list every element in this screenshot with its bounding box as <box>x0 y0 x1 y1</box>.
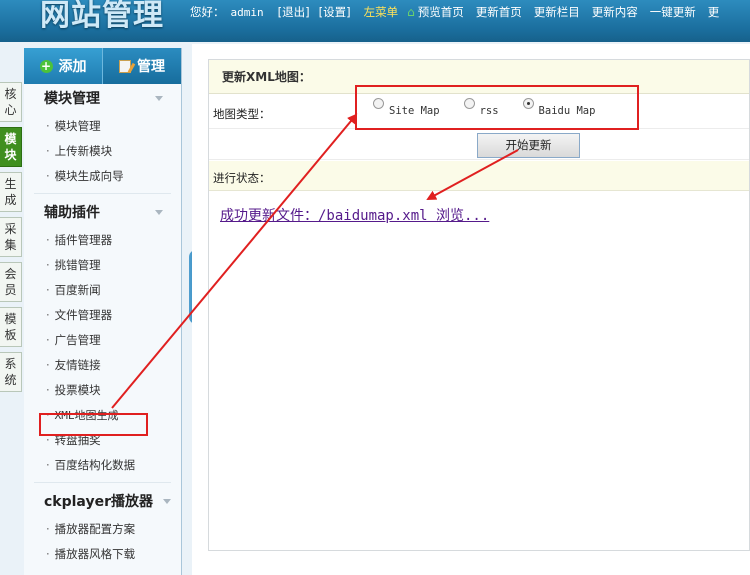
sidebar-header: + 添加 管理 <box>24 48 181 84</box>
vtab-collect[interactable]: 采集 <box>0 217 22 257</box>
home-icon: ⌂ <box>407 5 415 19</box>
vtab-template[interactable]: 模板 <box>0 307 22 347</box>
start-update-button[interactable]: 开始更新 <box>477 133 580 158</box>
group-title-ckplayer[interactable]: ckplayer播放器 <box>24 487 181 517</box>
nav-update-home[interactable]: 更新首页 <box>476 4 522 20</box>
add-button[interactable]: + 添加 <box>24 48 103 84</box>
divider <box>34 193 171 194</box>
sidebar-item-player-skins[interactable]: 播放器风格下载 <box>24 542 181 567</box>
sidebar-item-error-report[interactable]: 挑错管理 <box>24 253 181 278</box>
sitemap-panel: 更新XML地图： 地图类型： Site Map rss Baidu Map 开始 <box>208 59 750 551</box>
sidebar-item-baidu-news[interactable]: 百度新闻 <box>24 278 181 303</box>
sidebar-item-label: 插件管理器 <box>54 233 113 247</box>
vtab-member[interactable]: 会员 <box>0 262 22 302</box>
button-row: 开始更新 <box>209 130 749 160</box>
settings-link[interactable]: [设置] <box>319 4 351 20</box>
result-link[interactable]: 成功更新文件：/baidumap.xml 浏览... <box>220 205 489 225</box>
chevron-down-icon <box>155 210 163 215</box>
divider <box>34 482 171 483</box>
nav-one-click-update[interactable]: 一键更新 <box>650 4 696 20</box>
group-title-plugins[interactable]: 辅助插件 <box>24 198 181 228</box>
vtab-system[interactable]: 系统 <box>0 352 22 392</box>
sidebar-item-label: 挑错管理 <box>54 258 101 272</box>
sidebar-item-label: 百度新闻 <box>54 283 101 297</box>
sidebar-item-label: 上传新模块 <box>54 144 113 158</box>
status-label: 进行状态： <box>213 171 271 185</box>
sidebar-item-module-manage[interactable]: 模块管理 <box>24 114 181 139</box>
sidebar-item-module-wizard[interactable]: 模块生成向导 <box>24 164 181 189</box>
nav-preview-home[interactable]: 预览首页 <box>418 4 464 20</box>
annotation-box-xml-item <box>39 413 148 436</box>
nav-more[interactable]: 更 <box>708 4 720 20</box>
group-title-label: 辅助插件 <box>44 205 100 221</box>
vertical-tabs: 核心 模块 生成 采集 会员 模板 系统 <box>0 82 22 397</box>
sidebar-item-label: 百度结构化数据 <box>54 458 136 472</box>
manage-button[interactable]: 管理 <box>103 48 181 84</box>
group-title-label: ckplayer播放器 <box>44 494 153 510</box>
sidebar-item-label: 模块生成向导 <box>54 169 124 183</box>
sidebar-item-vote-module[interactable]: 投票模块 <box>24 378 181 403</box>
sidebar-item-label: 友情链接 <box>54 358 101 372</box>
sidebar-item-ad-manage[interactable]: 广告管理 <box>24 328 181 353</box>
vtab-core[interactable]: 核心 <box>0 82 22 122</box>
top-nav: 您好： admin [退出] [设置] 左菜单 ⌂ 预览首页 更新首页 更新栏目… <box>190 4 750 20</box>
username: admin <box>230 5 264 19</box>
sidebar-item-player-config[interactable]: 播放器配置方案 <box>24 517 181 542</box>
group-title-label: 模块管理 <box>44 91 100 107</box>
manage-button-label: 管理 <box>137 59 165 75</box>
greeting: 您好： <box>190 5 225 19</box>
map-type-label: 地图类型： <box>213 107 271 121</box>
edit-icon <box>119 59 131 73</box>
sidebar-item-baidu-structured[interactable]: 百度结构化数据 <box>24 453 181 478</box>
sidebar-item-label: 模块管理 <box>54 119 101 133</box>
sidebar-item-file-manager[interactable]: 文件管理器 <box>24 303 181 328</box>
nav-update-content[interactable]: 更新内容 <box>592 4 638 20</box>
annotation-box-map-type <box>355 85 639 130</box>
status-row: 进行状态： <box>209 161 749 191</box>
sidebar-item-label: 投票模块 <box>54 383 101 397</box>
add-button-label: 添加 <box>58 59 87 75</box>
sidebar-item-label: 广告管理 <box>54 333 101 347</box>
chevron-down-icon <box>163 499 171 504</box>
vtab-module[interactable]: 模块 <box>0 127 22 167</box>
sidebar-item-friend-links[interactable]: 友情链接 <box>24 353 181 378</box>
logout-link[interactable]: [退出] <box>278 4 310 20</box>
sidebar-item-upload-module[interactable]: 上传新模块 <box>24 139 181 164</box>
sidebar-item-plugin-manager[interactable]: 插件管理器 <box>24 228 181 253</box>
vtab-generate[interactable]: 生成 <box>0 172 22 212</box>
sidebar-item-label: 播放器风格下载 <box>54 547 136 561</box>
group-title-module-management[interactable]: 模块管理 <box>24 84 181 114</box>
sidebar-item-label: 播放器配置方案 <box>54 522 136 536</box>
left-menu-link[interactable]: 左菜单 <box>364 4 399 20</box>
sidebar-item-label: 文件管理器 <box>54 308 113 322</box>
top-bar: 网站管理 您好： admin [退出] [设置] 左菜单 ⌂ 预览首页 更新首页… <box>0 0 750 42</box>
plus-icon: + <box>39 58 53 73</box>
chevron-down-icon <box>155 96 163 101</box>
sidebar: + 添加 管理 模块管理 模块管理 上传新模块 模块生成向导 辅助插件 插件管理… <box>24 48 182 575</box>
site-logo: 网站管理 <box>40 0 164 33</box>
nav-update-column[interactable]: 更新栏目 <box>534 4 580 20</box>
